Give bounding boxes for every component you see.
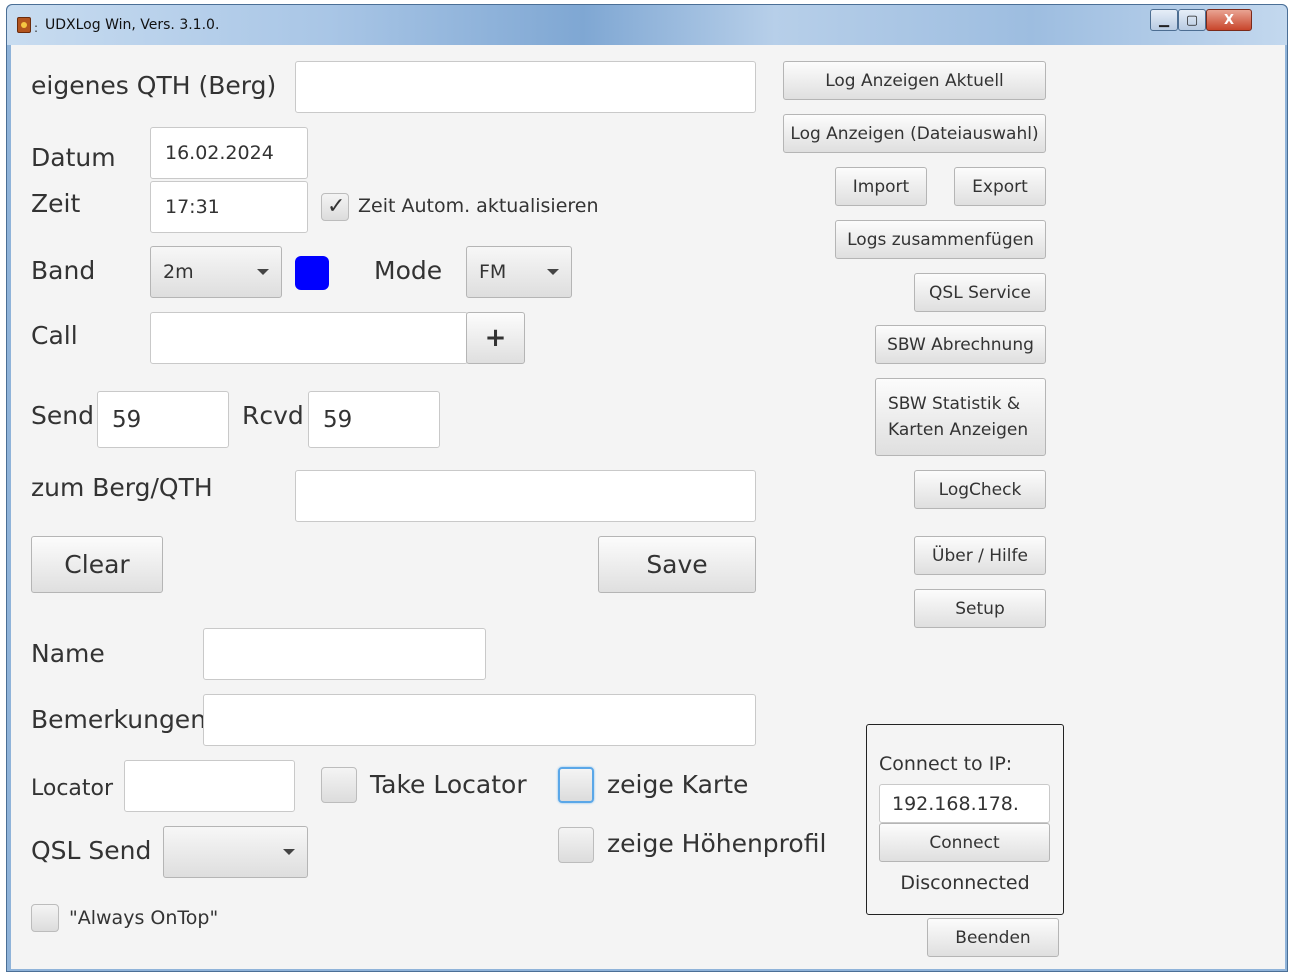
- import-button[interactable]: Import: [835, 167, 927, 206]
- show-profile-label: zeige Höhenprofil: [607, 829, 827, 858]
- add-call-button[interactable]: +: [466, 312, 525, 364]
- band-select-value: 2m: [163, 261, 194, 283]
- log-current-button[interactable]: Log Anzeigen Aktuell: [783, 61, 1046, 100]
- title-separator: :: [34, 21, 39, 35]
- to-qth-input[interactable]: [295, 470, 756, 522]
- mode-select[interactable]: FM: [466, 246, 572, 298]
- connection-panel: Connect to IP: 192.168.178. Connect Disc…: [866, 724, 1064, 915]
- mode-label: Mode: [374, 256, 443, 285]
- connect-button[interactable]: Connect: [879, 823, 1050, 862]
- title-bar[interactable]: : UDXLog Win, Vers. 3.1.0. ▁ ▢ X: [7, 5, 1287, 45]
- about-help-button[interactable]: Über / Hilfe: [914, 536, 1046, 575]
- remarks-input[interactable]: [203, 694, 756, 746]
- band-color-swatch: [295, 256, 329, 290]
- chevron-down-icon: [547, 269, 559, 275]
- own-qth-input[interactable]: [295, 61, 756, 113]
- auto-time-checkbox[interactable]: ✓: [321, 193, 349, 221]
- date-label: Datum: [31, 143, 116, 172]
- sbw-stats-button[interactable]: SBW Statistik & Karten Anzeigen: [875, 378, 1046, 456]
- band-label: Band: [31, 256, 96, 285]
- sbw-stats-label-line2: Karten Anzeigen: [888, 420, 1029, 440]
- clear-button[interactable]: Clear: [31, 536, 163, 593]
- connect-ip-label: Connect to IP:: [879, 753, 1013, 775]
- rcvd-label: Rcvd: [242, 401, 304, 430]
- rcvd-input[interactable]: 59: [308, 391, 440, 448]
- connection-status: Disconnected: [900, 872, 1030, 894]
- export-button[interactable]: Export: [954, 167, 1046, 206]
- maximize-button[interactable]: ▢: [1178, 9, 1206, 31]
- locator-label: Locator: [31, 776, 114, 801]
- to-qth-label: zum Berg/QTH: [31, 473, 213, 502]
- name-input[interactable]: [203, 628, 486, 680]
- always-on-top-label: "Always OnTop": [69, 907, 219, 929]
- send-label: Send: [31, 401, 94, 430]
- qsl-send-select[interactable]: [163, 826, 308, 878]
- minimize-button[interactable]: ▁: [1150, 9, 1178, 31]
- show-profile-checkbox[interactable]: [558, 827, 594, 863]
- ip-input[interactable]: 192.168.178.: [879, 784, 1050, 823]
- send-input[interactable]: 59: [97, 391, 229, 448]
- always-on-top-checkbox[interactable]: [31, 904, 59, 932]
- sbw-billing-button[interactable]: SBW Abrechnung: [875, 325, 1046, 364]
- log-file-button[interactable]: Log Anzeigen (Dateiauswahl): [783, 114, 1046, 153]
- exit-button[interactable]: Beenden: [927, 918, 1059, 957]
- auto-time-label: Zeit Autom. aktualisieren: [358, 195, 599, 217]
- show-map-label: zeige Karte: [607, 770, 749, 799]
- qsl-service-button[interactable]: QSL Service: [914, 273, 1046, 312]
- call-label: Call: [31, 321, 78, 350]
- own-qth-label: eigenes QTH (Berg): [31, 71, 277, 100]
- sbw-stats-label-line1: SBW Statistik &: [888, 394, 1021, 414]
- take-locator-checkbox[interactable]: [321, 767, 357, 803]
- remarks-label: Bemerkungen: [31, 705, 207, 734]
- chevron-down-icon: [283, 849, 295, 855]
- setup-button[interactable]: Setup: [914, 589, 1046, 628]
- time-label: Zeit: [31, 189, 81, 218]
- name-label: Name: [31, 639, 105, 668]
- mode-select-value: FM: [479, 261, 507, 283]
- app-logo-icon[interactable]: [17, 17, 31, 33]
- close-button[interactable]: X: [1206, 9, 1252, 31]
- time-input[interactable]: 17:31: [150, 181, 308, 233]
- merge-logs-button[interactable]: Logs zusammenfügen: [835, 220, 1046, 259]
- window-title: UDXLog Win, Vers. 3.1.0.: [45, 17, 220, 33]
- app-window: : UDXLog Win, Vers. 3.1.0. ▁ ▢ X eigenes…: [6, 4, 1288, 972]
- save-button[interactable]: Save: [598, 536, 756, 593]
- show-map-checkbox[interactable]: [558, 767, 594, 803]
- date-input[interactable]: 16.02.2024: [150, 127, 308, 179]
- chevron-down-icon: [257, 269, 269, 275]
- logcheck-button[interactable]: LogCheck: [914, 470, 1046, 509]
- checkmark-icon: ✓: [327, 194, 346, 219]
- call-input[interactable]: [150, 312, 468, 364]
- locator-input[interactable]: [124, 760, 295, 812]
- main-panel: eigenes QTH (Berg) Datum 16.02.2024 Zeit…: [11, 45, 1285, 969]
- qsl-send-label: QSL Send: [31, 836, 152, 865]
- band-select[interactable]: 2m: [150, 246, 282, 298]
- take-locator-label: Take Locator: [370, 770, 527, 799]
